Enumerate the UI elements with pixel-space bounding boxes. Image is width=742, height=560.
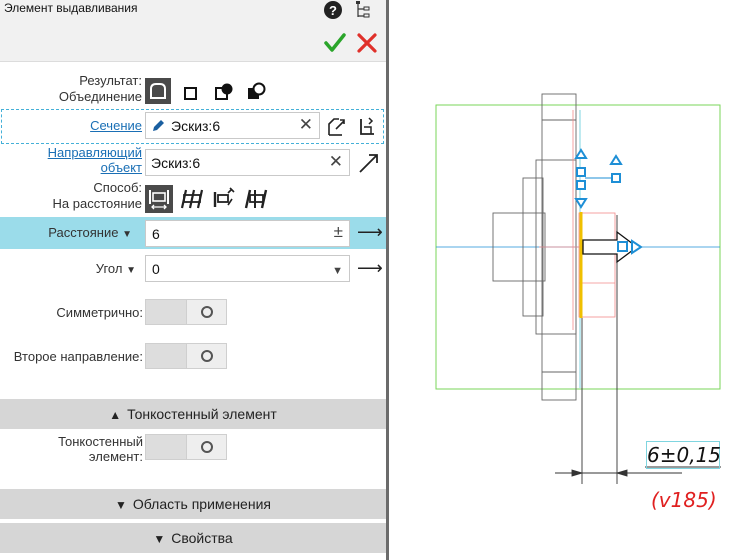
to-vertex-icon	[213, 187, 235, 207]
dimension-note: (v185)	[651, 488, 717, 512]
svg-text:?: ?	[329, 3, 337, 18]
result-value: Объединение	[58, 89, 142, 104]
angle-dropdown-icon[interactable]: ▼	[126, 265, 136, 276]
symmetric-label: Симметрично:	[56, 305, 143, 320]
merge-button[interactable]	[243, 79, 269, 105]
cut-button[interactable]	[178, 80, 204, 106]
viewport-drawing	[435, 93, 721, 484]
chevron-up-icon: ▲	[109, 408, 122, 422]
section-value: Эскиз:6	[171, 118, 221, 134]
intersect-button[interactable]	[211, 79, 237, 105]
scope-section-header[interactable]: ▼ Область применения	[0, 489, 386, 519]
symmetric-toggle[interactable]	[145, 299, 227, 325]
angle-direction-arrow-icon[interactable]: ⟶	[357, 258, 383, 279]
section-label[interactable]: Сечение	[90, 118, 142, 133]
to-vertex-button[interactable]	[211, 185, 237, 211]
angle-label[interactable]: Угол ▼	[96, 261, 136, 278]
section-field[interactable]: Эскиз:6 ✕	[145, 112, 320, 139]
through-all-button[interactable]	[179, 186, 205, 212]
result-label: Результат:	[79, 73, 142, 88]
to-distance-icon	[149, 190, 169, 210]
second-direction-toggle[interactable]	[145, 343, 227, 369]
guide-field[interactable]: Эскиз:6 ✕	[145, 149, 350, 176]
to-surface-button[interactable]	[243, 186, 269, 212]
properties-section-header[interactable]: ▼ Свойства	[0, 523, 386, 553]
angle-value: 0	[152, 261, 160, 277]
question-circle-icon[interactable]: ?	[323, 0, 343, 20]
thin-wall-section-header[interactable]: ▲ Тонкостенный элемент	[0, 399, 386, 429]
chevron-down-icon: ▼	[153, 532, 166, 546]
method-value: На расстояние	[52, 196, 142, 211]
thin-wall-label: Тонкостенный элемент:	[58, 434, 143, 464]
angle-select-chevron-icon[interactable]: ▼	[332, 262, 343, 280]
thin-wall-toggle[interactable]	[145, 434, 227, 460]
guide-clear-button[interactable]: ✕	[329, 153, 343, 171]
thin-wall-section-title: Тонкостенный элемент	[127, 406, 277, 422]
dimension-value[interactable]: 6±0,15	[646, 441, 721, 469]
toggle-knob	[186, 344, 226, 368]
union-button[interactable]	[145, 78, 171, 104]
sketch-create-icon[interactable]	[357, 115, 379, 137]
pencil-icon	[153, 120, 164, 131]
section-clear-button[interactable]: ✕	[299, 116, 313, 134]
arrow-pick-icon[interactable]	[357, 151, 381, 175]
cut-icon	[184, 87, 197, 100]
construction-lines	[539, 110, 616, 330]
panel-header: Элемент выдавливания ?	[0, 0, 386, 62]
scope-section-title: Область применения	[132, 496, 271, 512]
second-direction-label: Второе направление:	[13, 349, 143, 364]
extrusion-direction-arrow[interactable]	[582, 230, 639, 264]
distance-value: 6	[152, 226, 160, 242]
toggle-knob	[186, 435, 226, 459]
property-panel: Элемент выдавливания ? Результат: Объеди…	[0, 0, 386, 560]
distance-dropdown-icon[interactable]: ▼	[122, 229, 132, 240]
distance-label[interactable]: Расстояние ▼	[48, 225, 132, 242]
guide-value: Эскиз:6	[151, 155, 201, 171]
model-viewport[interactable]: 6±0,15 (v185)	[389, 0, 742, 560]
union-icon	[150, 83, 166, 99]
intersect-icon	[215, 83, 233, 100]
checkmark-icon[interactable]	[323, 32, 347, 54]
tolerance-button[interactable]: ±	[334, 223, 343, 241]
guide-label[interactable]: Направляющий объект	[32, 145, 142, 175]
manipulator-handles[interactable]	[574, 148, 643, 255]
cross-icon[interactable]	[356, 33, 378, 53]
method-label: Способ:	[93, 180, 142, 195]
toggle-knob	[186, 300, 226, 324]
angle-input[interactable]: 0 ▼	[145, 255, 350, 282]
properties-section-title: Свойства	[171, 530, 233, 546]
distance-input[interactable]: 6 ±	[145, 220, 350, 247]
through-all-icon	[180, 189, 204, 209]
to-surface-icon	[244, 189, 268, 209]
panel-title: Элемент выдавливания	[4, 1, 138, 15]
chevron-down-icon: ▼	[115, 498, 127, 512]
sketch-edit-icon[interactable]	[325, 115, 347, 137]
tree-structure-icon[interactable]	[355, 0, 371, 20]
merge-icon	[248, 82, 266, 99]
to-distance-button[interactable]	[145, 185, 173, 213]
distance-direction-arrow-icon[interactable]: ⟶	[357, 222, 383, 243]
